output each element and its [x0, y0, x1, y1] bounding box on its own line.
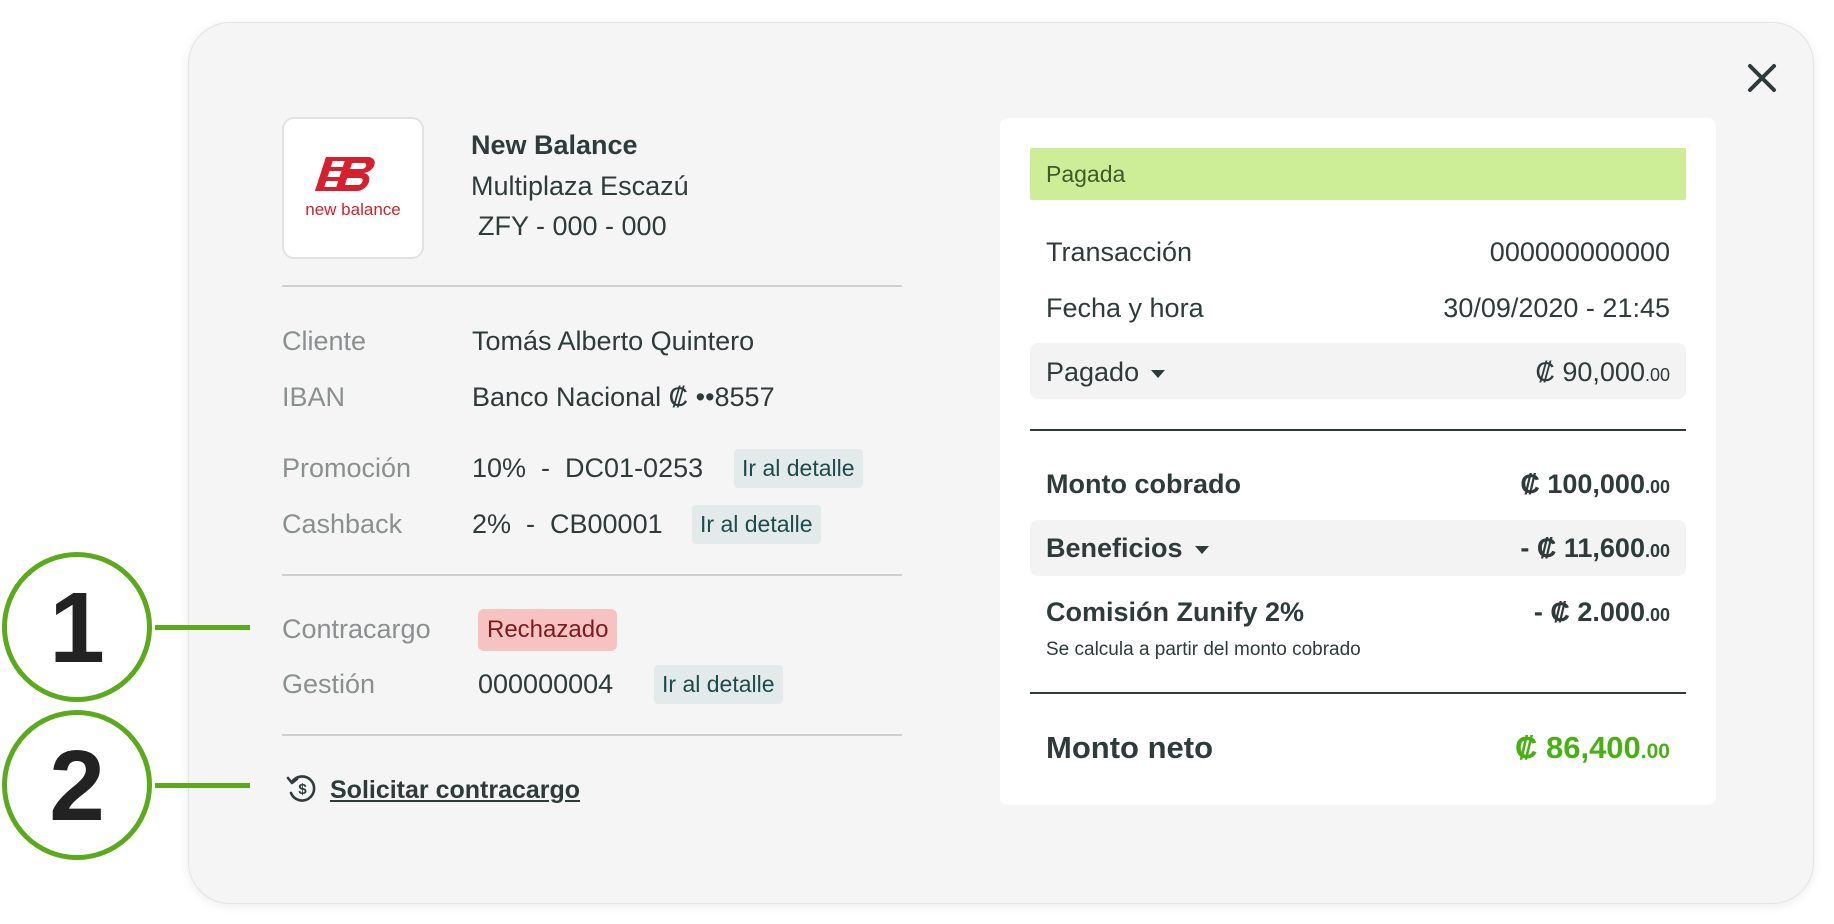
- cliente-label: Cliente: [282, 326, 367, 356]
- callout-line-1: [155, 625, 250, 630]
- gestion-value: 000000004: [478, 669, 614, 699]
- monto-neto-amount: ₡ 86,400.00: [1515, 730, 1670, 766]
- fecha-value: 30/09/2020 - 21:45: [1443, 293, 1670, 323]
- comision-label: Comisión Zunify 2%: [1046, 597, 1305, 627]
- svg-text:$: $: [298, 781, 307, 798]
- monto-cobrado-amount: ₡ 100,000.00: [1520, 469, 1670, 500]
- merchant-code: ZFY - 000 - 000: [478, 211, 667, 241]
- divider: [1030, 429, 1686, 431]
- comision-cents: .00: [1644, 605, 1670, 625]
- iban-label: IBAN: [282, 382, 346, 412]
- payment-status-text: Pagada: [1046, 161, 1126, 187]
- divider: [282, 734, 902, 736]
- chargeback-icon: $: [286, 775, 316, 802]
- monto-cobrado-label: Monto cobrado: [1046, 469, 1241, 499]
- callout-number-2: 2: [49, 730, 105, 842]
- merchant-name: New Balance: [471, 130, 638, 160]
- monto-cobrado-cents: .00: [1644, 477, 1670, 497]
- status-badge-rechazado: Rechazado: [478, 609, 618, 651]
- payment-status-banner: Pagada: [1030, 148, 1686, 200]
- monto-neto-main: ₡ 86,400: [1514, 730, 1641, 765]
- monto-neto-cents: .00: [1640, 740, 1670, 763]
- pagado-toggle[interactable]: Pagado: [1046, 357, 1166, 388]
- close-icon[interactable]: [1740, 56, 1784, 100]
- pagado-label: Pagado: [1046, 357, 1140, 387]
- caret-down-icon: [1194, 545, 1209, 554]
- callout-number-1: 1: [49, 572, 105, 684]
- beneficios-toggle[interactable]: Beneficios: [1046, 533, 1209, 564]
- pagado-amount-cents: .00: [1644, 365, 1670, 385]
- cashback-label: Cashback: [282, 509, 403, 539]
- monto-neto-label: Monto neto: [1046, 730, 1214, 765]
- gestion-label: Gestión: [282, 669, 376, 699]
- cashback-value: 2% - CB00001: [472, 509, 663, 539]
- monto-cobrado-main: ₡ 100,000: [1520, 469, 1645, 499]
- contracargo-label: Contracargo: [282, 614, 431, 644]
- beneficios-amount: - ₡ 11,600.00: [1520, 533, 1670, 564]
- promocion-value: 10% - DC01-0253: [472, 453, 704, 483]
- pagado-amount-main: ₡ 90,000: [1535, 357, 1645, 387]
- payment-summary-card: [1000, 118, 1716, 805]
- divider: [282, 574, 902, 576]
- cliente-value: Tomás Alberto Quintero: [472, 326, 755, 356]
- merchant-location: Multiplaza Escazú: [471, 171, 689, 201]
- request-chargeback-label: Solicitar contracargo: [330, 776, 581, 804]
- callout-1: 1: [2, 552, 152, 702]
- iban-value: Banco Nacional ₡ ••8557: [472, 382, 775, 412]
- comision-amount: - ₡ 2.000.00: [1534, 597, 1670, 628]
- divider: [282, 285, 902, 287]
- svg-text:new balance: new balance: [305, 200, 400, 219]
- caret-down-icon: [1151, 369, 1166, 378]
- callout-2: 2: [2, 710, 152, 860]
- merchant-logo: new balance: [282, 117, 424, 259]
- callout-line-2: [155, 783, 250, 788]
- transaccion-label: Transacción: [1046, 237, 1193, 267]
- promocion-detail-link[interactable]: Ir al detalle: [734, 449, 863, 488]
- fecha-label: Fecha y hora: [1046, 293, 1204, 323]
- comision-main: - ₡ 2.000: [1533, 597, 1645, 627]
- beneficios-cents: .00: [1644, 541, 1670, 561]
- cashback-detail-link[interactable]: Ir al detalle: [692, 505, 821, 544]
- transaccion-value: 000000000000: [1489, 237, 1670, 267]
- promocion-label: Promoción: [282, 453, 412, 483]
- beneficios-label: Beneficios: [1046, 533, 1183, 563]
- comision-note: Se calcula a partir del monto cobrado: [1046, 639, 1361, 660]
- divider: [1030, 692, 1686, 694]
- pagado-amount: ₡ 90,000.00: [1535, 357, 1670, 388]
- gestion-detail-link[interactable]: Ir al detalle: [654, 665, 783, 704]
- beneficios-main: - ₡ 11,600: [1520, 533, 1645, 563]
